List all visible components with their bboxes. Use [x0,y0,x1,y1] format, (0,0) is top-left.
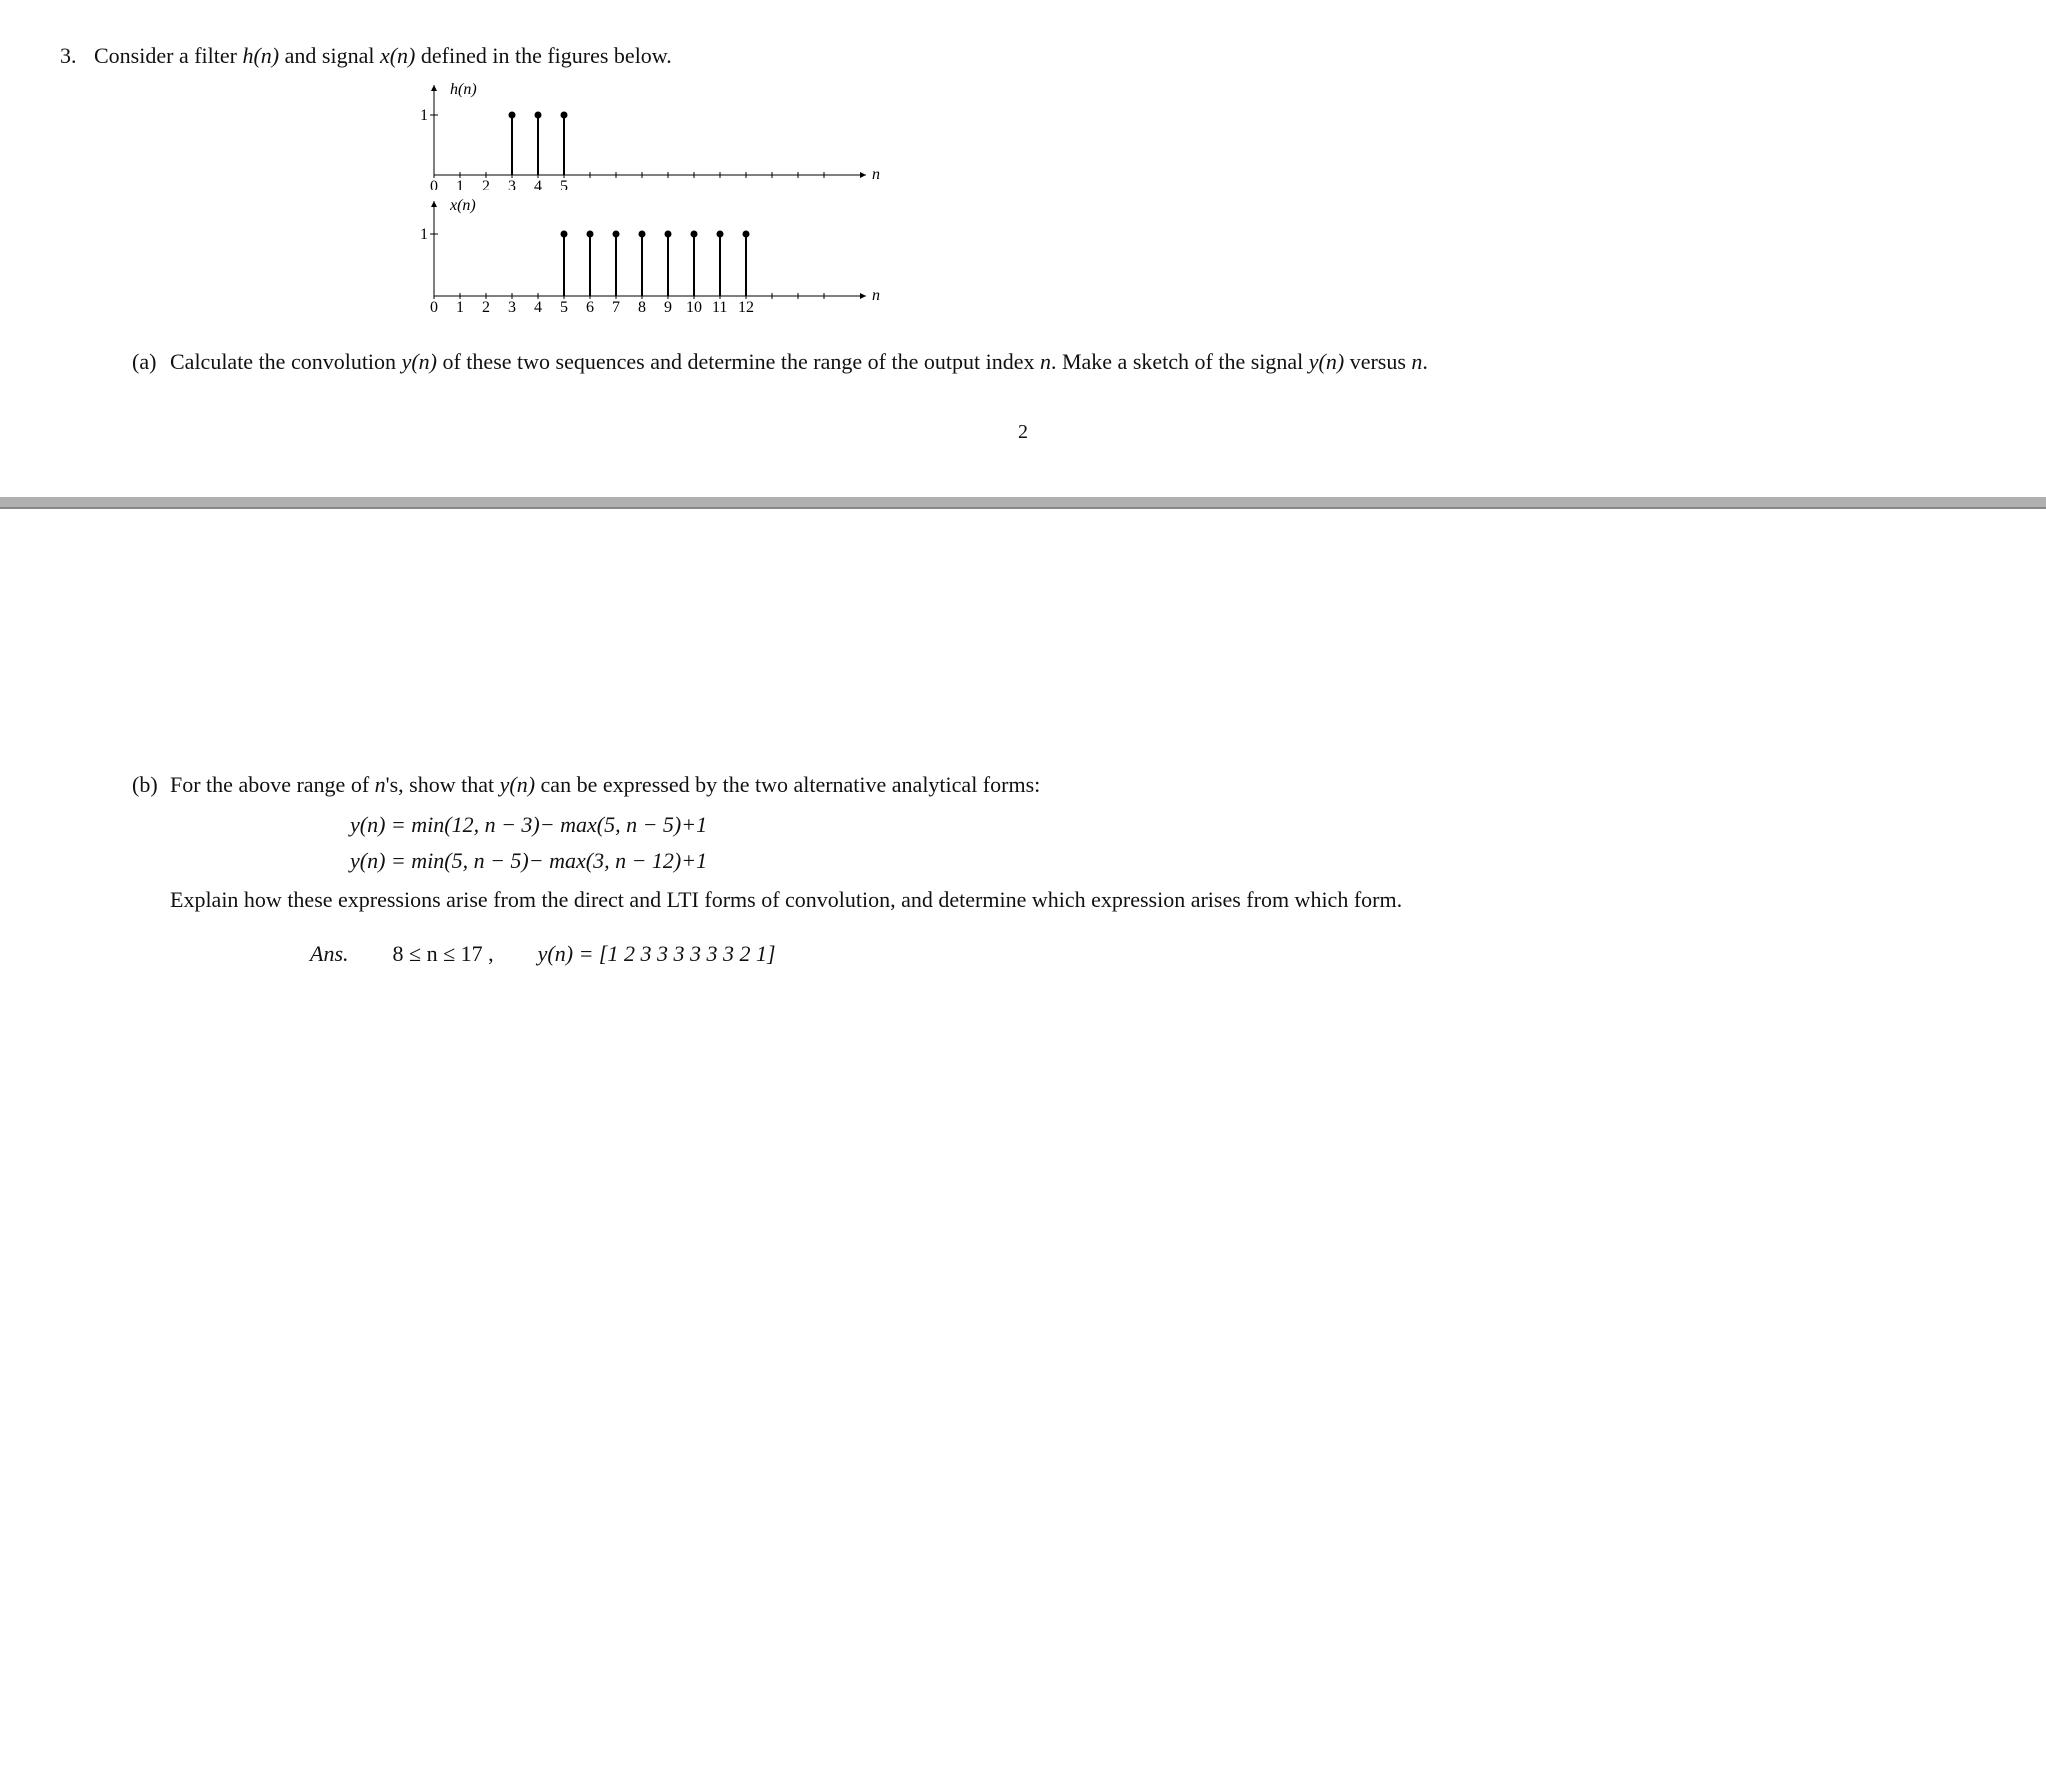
hn-symbol: h(n) [242,43,279,68]
part-b-body: For the above range of n's, show that y(… [170,769,1986,970]
part-a-yn2: y(n) [1309,349,1344,374]
part-b-eq1: y(n) = min(12, n − 3)− max(5, n − 5)+1 [350,809,1986,841]
plot-h-axis-ticks: 0 1 2 3 4 5 [430,111,824,190]
answer-range: 8 ≤ n ≤ 17 , [393,938,494,970]
tick-label: 4 [534,299,542,316]
data-point [665,230,672,237]
tick-label: 3 [508,299,516,316]
data-point [639,230,646,237]
plot-x-axis-ticks: 0123456789101112 [430,230,824,316]
part-b-yn: y(n) [500,772,535,797]
tick-label: 8 [638,299,646,316]
plot-x-title: x(n) [449,197,476,214]
part-a-s1: . Make a sketch of the signal [1051,349,1309,374]
page-gap [60,509,1986,749]
plot-h-ylabel: 1 [420,107,428,124]
part-a-text: Calculate the convolution y(n) of these … [170,346,1986,378]
data-point [561,230,568,237]
part-b: (b) For the above range of n's, show tha… [132,769,1986,970]
data-point [587,230,594,237]
data-point [535,111,542,118]
tick-label: 6 [586,299,594,316]
plot-x: x(n) 1 n 0123456789101112 [414,196,894,316]
tick-label: 11 [712,299,727,316]
tick-label: 5 [560,299,568,316]
tick-label: 1 [456,299,464,316]
part-a-yn: y(n) [402,349,437,374]
tick-label: 4 [534,178,542,190]
plot-x-axis-var: n [872,287,880,304]
plot-h: h(n) 1 n 0 1 2 3 4 5 [414,80,894,190]
plot-x-ylabel: 1 [420,226,428,243]
part-a-n: n [1040,349,1051,374]
tick-label: 0 [430,299,438,316]
part-b-eq2: y(n) = min(5, n − 5)− max(3, n − 12)+1 [350,845,1986,877]
part-a-letter: (a) [132,346,170,378]
problem-text: Consider a filter h(n) and signal x(n) d… [94,40,1986,326]
data-point [691,230,698,237]
tick-label: 3 [508,178,516,190]
tick-label: 5 [560,178,568,190]
page-divider [0,497,2046,507]
answer-label: Ans. [310,938,349,970]
part-b-suffix: can be expressed by the two alternative … [535,772,1040,797]
part-b-equations: y(n) = min(12, n − 3)− max(5, n − 5)+1 y… [170,809,1986,877]
plot-h-title: h(n) [450,81,477,98]
part-a-n2: n [1411,349,1422,374]
part-b-line2: Explain how these expressions arise from… [170,884,1986,916]
part-a-s3: . [1422,349,1428,374]
answer-values: y(n) = [1 2 3 3 3 3 3 3 2 1] [538,938,776,970]
part-b-prefix: For the above range of [170,772,375,797]
data-point [613,230,620,237]
tick-label: 1 [456,178,464,190]
plot-h-axis-var: n [872,166,880,183]
part-b-mid: 's, show that [386,772,500,797]
answer-row: Ans. 8 ≤ n ≤ 17 , y(n) = [1 2 3 3 3 3 3 … [170,938,1986,970]
data-point [743,230,750,237]
tick-label: 0 [430,178,438,190]
part-b-line1: For the above range of n's, show that y(… [170,769,1986,801]
tick-label: 10 [686,299,702,316]
tick-label: 9 [664,299,672,316]
figures-container: h(n) 1 n 012345 x(n) 1 [94,80,1986,316]
intro-mid: and signal [279,43,380,68]
tick-label: 12 [738,299,754,316]
part-a: (a) Calculate the convolution y(n) of th… [132,346,1986,378]
part-b-n: n [375,772,386,797]
xn-symbol: x(n) [380,43,415,68]
tick-label: 7 [612,299,620,316]
part-b-letter: (b) [132,769,170,970]
data-point [509,111,516,118]
problem-number: 3. [60,40,94,326]
tick-label: 2 [482,178,490,190]
page-number: 2 [60,418,1986,447]
tick-label: 2 [482,299,490,316]
data-point [717,230,724,237]
problem-intro: 3. Consider a filter h(n) and signal x(n… [60,40,1986,326]
intro-prefix: Consider a filter [94,43,242,68]
intro-suffix: defined in the figures below. [415,43,671,68]
part-a-prefix: Calculate the convolution [170,349,402,374]
data-point [561,111,568,118]
part-a-mid: of these two sequences and determine the… [437,349,1040,374]
part-a-s2: versus [1344,349,1411,374]
